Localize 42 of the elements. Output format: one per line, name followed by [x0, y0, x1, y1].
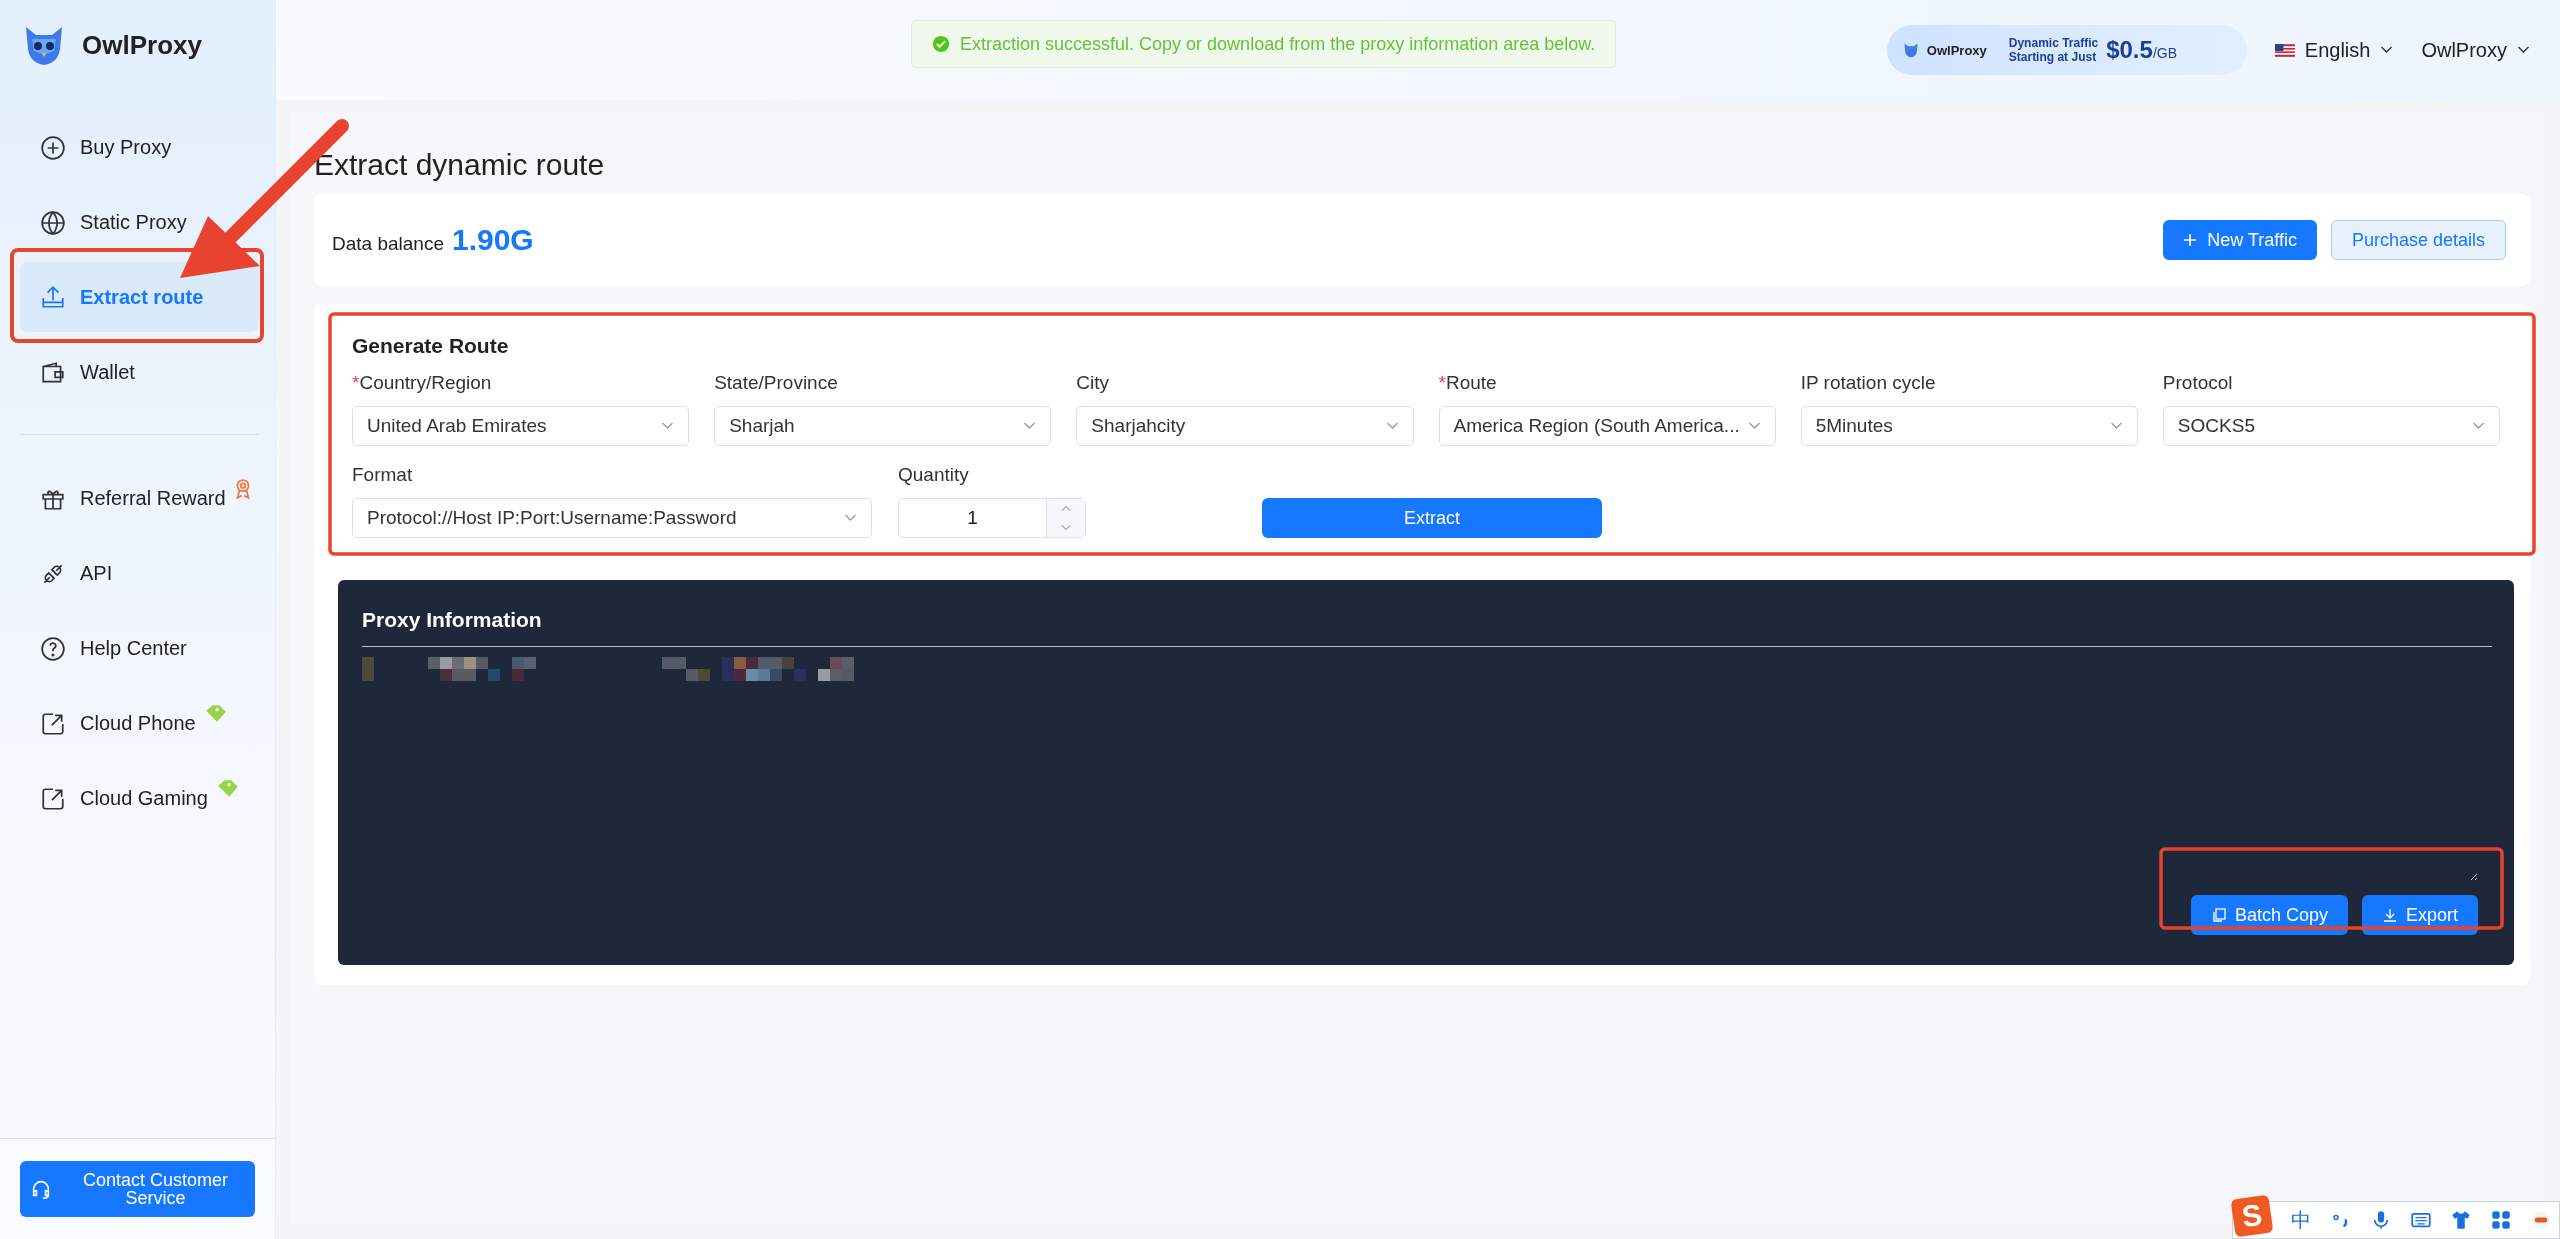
sidebar-item[interactable]: API — [20, 536, 259, 611]
field-label: *Route — [1438, 372, 1498, 394]
select-field[interactable]: Sharjahcity — [1076, 406, 1414, 446]
field-label: Protocol — [2162, 372, 2234, 394]
select-field[interactable]: United Arab Emirates — [352, 406, 690, 446]
extract-button[interactable]: Extract — [1262, 498, 1602, 538]
new-traffic-button[interactable]: New Traffic — [2163, 220, 2317, 260]
sidebar-item[interactable]: Referral Reward — [20, 461, 259, 536]
export-button[interactable]: Export — [2361, 895, 2478, 935]
select-field[interactable]: SOCKS5 — [2162, 406, 2501, 446]
user-menu[interactable]: OwlProxy — [2421, 38, 2530, 62]
sidebar-item[interactable]: Buy Proxy — [20, 110, 259, 185]
sidebar-item[interactable]: Static Proxy — [20, 185, 259, 260]
promo-price: $0.5/GB — [2106, 36, 2177, 64]
promo-brand: OwlProxy — [1926, 42, 1987, 58]
toast-message: Extraction successful. Copy or download from the proxy information area below. — [960, 33, 1596, 55]
language-selector[interactable]: English — [2274, 38, 2394, 62]
purchase-details-button[interactable]: Purchase details — [2330, 220, 2506, 260]
brand-name: OwlProxy — [82, 29, 202, 61]
contact-customer-service-button[interactable]: Contact Customer Service — [20, 1161, 255, 1217]
sidebar-item[interactable]: Help Center — [20, 611, 259, 686]
input-mode-toggle[interactable]: 中 — [2291, 1206, 2311, 1234]
section-title: Proxy Information — [362, 608, 543, 632]
select-field[interactable]: 5Minutes — [1800, 406, 2138, 446]
select-field[interactable]: Sharjah — [714, 406, 1052, 446]
batch-copy-button[interactable]: Batch Copy — [2190, 895, 2348, 935]
section-title: Generate Route — [352, 334, 510, 358]
field-label: *Country/Region — [352, 372, 493, 394]
promo-text: Dynamic Traffic Starting at Just — [2008, 36, 2099, 64]
field-label: State/Province — [714, 372, 839, 394]
sidebar-item[interactable]: Cloud Gaming — [20, 761, 259, 836]
balance-value: 1.90G — [451, 223, 534, 257]
sidebar-item[interactable]: Cloud Phone — [20, 686, 259, 761]
field-label: Format — [352, 464, 414, 486]
select-field[interactable]: Protocol://Host IP:Port:Username:Password — [352, 498, 872, 538]
field-label: City — [1076, 372, 1111, 394]
balance-label: Data balance — [332, 233, 444, 255]
sidebar-item[interactable]: Wallet — [20, 335, 259, 410]
field-label: IP rotation cycle — [1800, 372, 1937, 394]
field-label: Quantity — [898, 464, 970, 486]
select-field[interactable]: America Region (South America... — [1438, 406, 1776, 446]
page-title: Extract dynamic route — [314, 148, 606, 182]
